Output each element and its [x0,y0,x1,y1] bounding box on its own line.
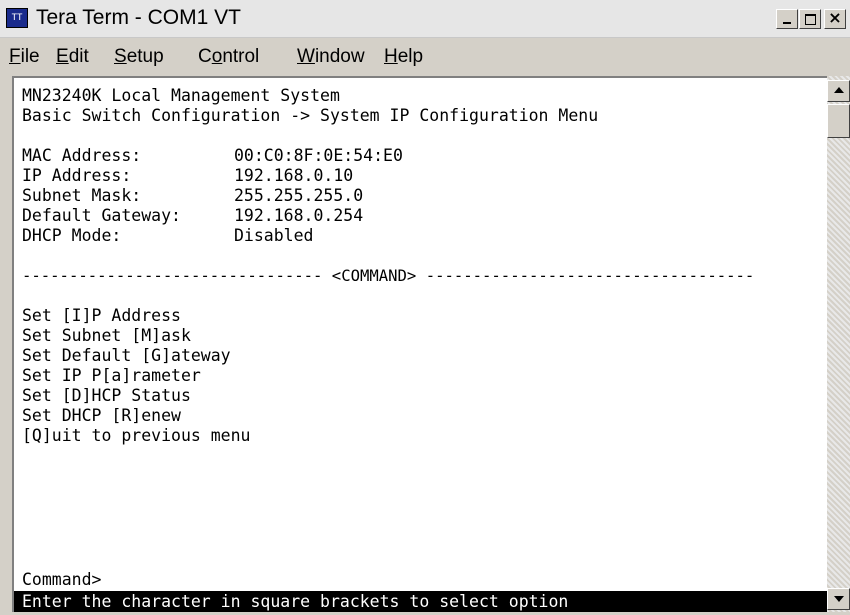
arrow-down-icon [834,596,844,602]
default-gateway-label: Default Gateway: [22,206,181,225]
mac-address-value: 00:C0:8F:0E:54:E0 [234,146,403,165]
title-bar[interactable]: TT Tera Term - COM1 VT × [0,0,850,38]
menu-help-rest: elp [397,46,424,67]
menu-path-line: Basic Switch Configuration -> System IP … [22,106,599,125]
menu-window[interactable]: Window [297,46,365,68]
menu-file-mnemonic: F [9,46,21,67]
minimize-button[interactable] [776,9,798,29]
command-prompt[interactable]: Command> [22,570,101,590]
menu-setup-rest: etup [126,46,164,67]
terminal-screen[interactable]: MN23240K Local Management System Basic S… [12,76,827,612]
command-set-dhcp-renew: Set DHCP [R]enew [22,406,181,425]
close-icon: × [828,8,842,27]
command-separator: -------------------------------- <COMMAN… [22,267,755,285]
menu-setup[interactable]: Setup [114,46,164,68]
close-button[interactable]: × [824,8,846,29]
status-bar: Enter the character in square brackets t… [14,591,827,612]
scroll-thumb[interactable] [827,104,850,138]
default-gateway-value: 192.168.0.254 [234,206,364,225]
maximize-button[interactable] [799,9,821,29]
dhcp-mode-value: Disabled [234,226,314,245]
menu-control-pre: C [198,46,212,67]
menu-file[interactable]: File [9,46,40,68]
menu-window-mnemonic: W [297,46,315,67]
ip-address-value: 192.168.0.10 [234,166,354,185]
subnet-mask-value: 255.255.255.0 [234,186,364,205]
mac-address-label: MAC Address: [22,146,142,165]
menu-edit[interactable]: Edit [56,46,89,68]
window-title: Tera Term - COM1 VT [36,6,241,29]
menu-bar: File Edit Setup Control Window Help [0,38,850,76]
menu-control-rest: ntrol [222,46,260,67]
scroll-up-button[interactable] [827,80,850,102]
menu-edit-mnemonic: E [56,46,69,67]
menu-help[interactable]: Help [384,46,423,68]
system-name-line: MN23240K Local Management System [22,86,340,105]
subnet-mask-label: Subnet Mask: [22,186,142,205]
scroll-down-button[interactable] [827,588,850,610]
menu-control[interactable]: Control [198,46,259,68]
command-quit: [Q]uit to previous menu [22,426,251,445]
dhcp-mode-label: DHCP Mode: [22,226,122,245]
command-set-ip-parameter: Set IP P[a]rameter [22,366,201,385]
arrow-up-icon [834,87,844,93]
tera-term-window: TT Tera Term - COM1 VT × File Edit Setup… [0,0,850,615]
menu-edit-rest: dit [68,46,89,67]
command-set-subnet-mask: Set Subnet [M]ask [22,326,191,345]
menu-file-rest: ile [20,46,40,67]
menu-help-mnemonic: H [384,46,398,67]
command-set-dhcp-status: Set [D]HCP Status [22,386,191,405]
ip-address-label: IP Address: [22,166,132,185]
teraterm-app-icon[interactable]: TT [6,8,28,28]
vertical-scrollbar[interactable] [827,76,850,612]
status-message: Enter the character in square brackets t… [22,592,569,611]
command-set-ip-address: Set [I]P Address [22,306,181,325]
menu-window-rest: indow [314,46,365,67]
command-set-default-gateway: Set Default [G]ateway [22,346,231,365]
menu-setup-mnemonic: S [114,46,127,67]
menu-control-mnemonic: o [211,46,223,67]
